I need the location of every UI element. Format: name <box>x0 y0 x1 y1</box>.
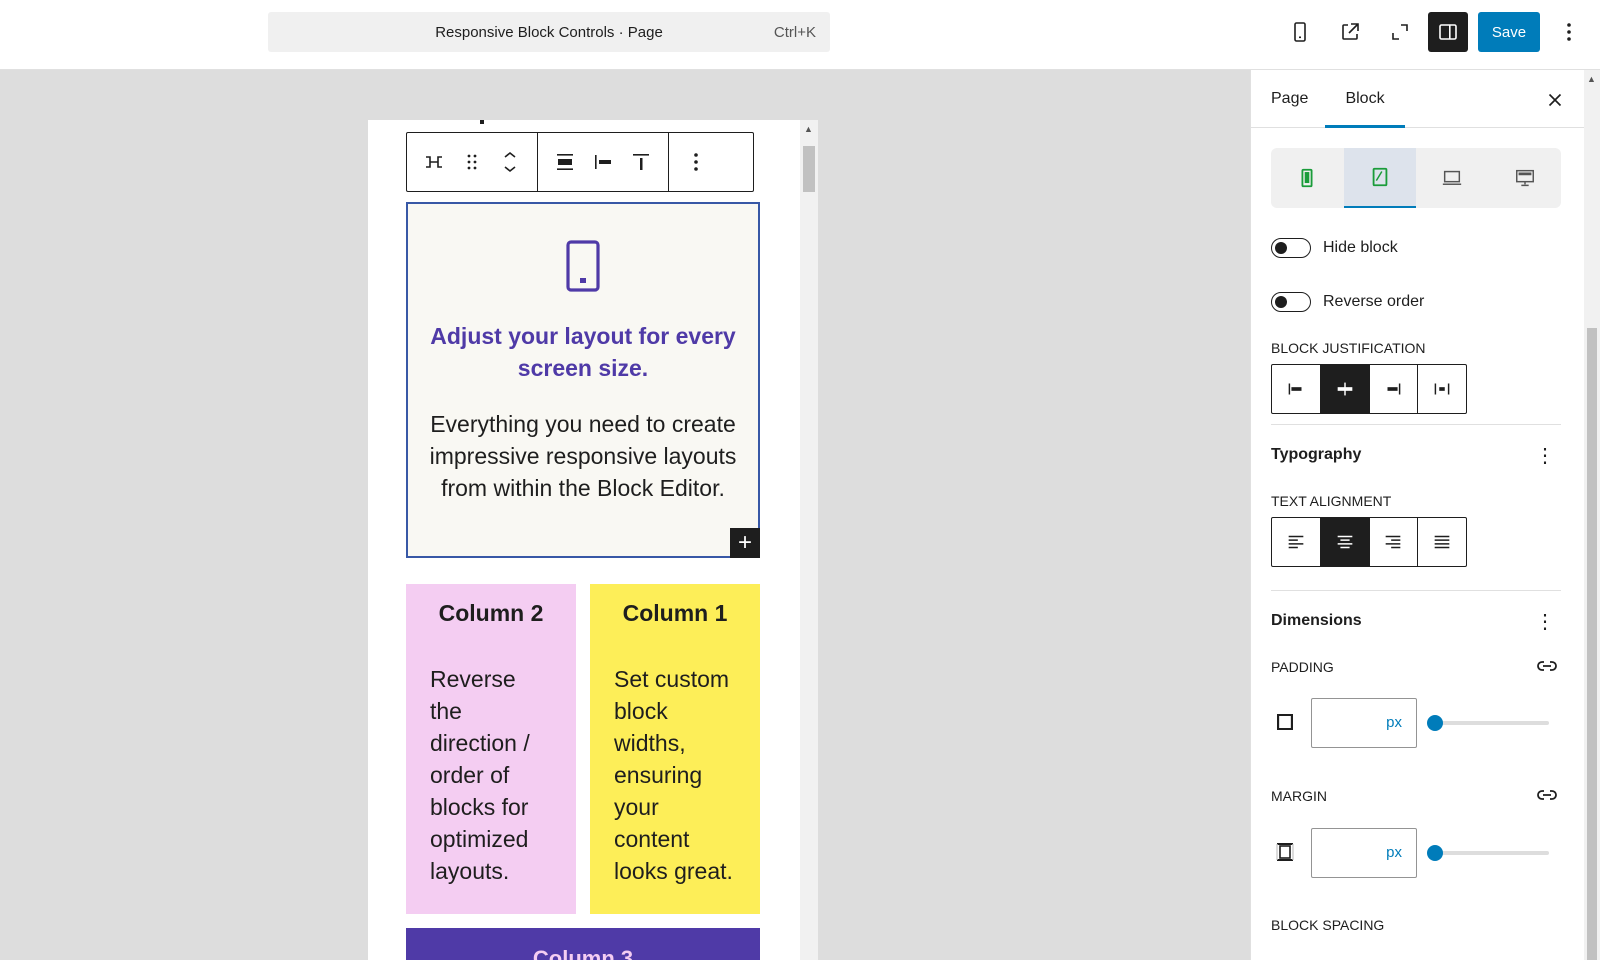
text-alignment-label: Text alignment <box>1271 493 1392 509</box>
tab-block[interactable]: Block <box>1325 70 1405 128</box>
typography-options-icon[interactable]: ⋮ <box>1535 446 1555 466</box>
justify-space-between-icon[interactable] <box>1418 365 1466 413</box>
external-link-icon[interactable] <box>1330 12 1370 52</box>
column-text: Reverse the direction / order of blocks … <box>430 666 530 884</box>
sidebar-tabs: Page Block <box>1251 70 1600 128</box>
reverse-order-toggle-row[interactable]: Reverse order <box>1271 290 1424 314</box>
justify-left-icon[interactable] <box>1272 365 1321 413</box>
hero-body: Everything you need to create impressive… <box>429 411 737 501</box>
drag-handle-icon[interactable] <box>453 140 491 184</box>
scroll-up-arrow-icon[interactable]: ▲ <box>804 124 813 134</box>
block-toolbar-group <box>669 133 723 191</box>
panel-divider <box>1271 590 1561 591</box>
padding-label: Padding <box>1271 659 1334 675</box>
align-text-right-icon[interactable] <box>1370 518 1419 566</box>
editor-canvas: Adjust your layout for every screen size… <box>0 70 1250 960</box>
column-title: Column 2 <box>438 600 544 626</box>
align-text-left-icon[interactable] <box>1272 518 1321 566</box>
scroll-up-arrow-icon[interactable]: ▲ <box>1587 74 1596 84</box>
link-sides-icon[interactable] <box>1535 783 1559 807</box>
close-icon[interactable] <box>1541 86 1569 114</box>
margin-box-icon <box>1273 840 1297 864</box>
desktop-icon[interactable] <box>1489 148 1562 208</box>
fullscreen-icon[interactable] <box>1380 12 1420 52</box>
column-title: Column 1 <box>622 600 728 626</box>
reverse-order-label: Reverse order <box>1323 293 1425 310</box>
padding-box-icon <box>1273 710 1297 734</box>
mobile-preview-icon[interactable] <box>1280 12 1320 52</box>
padding-slider[interactable] <box>1427 715 1549 731</box>
preview-frame: Adjust your layout for every screen size… <box>368 120 818 960</box>
align-text-justify-icon[interactable] <box>1418 518 1466 566</box>
block-toolbar <box>406 132 754 192</box>
device-switcher <box>1271 148 1561 208</box>
shortcut-hint: Ctrl+K <box>773 24 816 41</box>
column-text: Set custom block widths, ensuring your c… <box>614 666 733 884</box>
margin-slider-handle[interactable] <box>1427 845 1443 861</box>
tab-page[interactable]: Page <box>1271 70 1308 128</box>
tablet-icon[interactable] <box>1343 148 1416 208</box>
column-block[interactable]: Column 2 Reverse the direction / order o… <box>406 584 576 914</box>
block-toolbar-group <box>407 133 538 191</box>
reverse-order-toggle[interactable] <box>1271 292 1311 312</box>
link-sides-icon[interactable] <box>1535 654 1559 678</box>
document-title: Responsive Block Controls · Page <box>435 23 663 41</box>
padding-unit[interactable]: px <box>1386 714 1402 731</box>
scrollbar-thumb[interactable] <box>1587 328 1597 960</box>
padding-slider-handle[interactable] <box>1427 715 1443 731</box>
block-justification-label: Block justification <box>1271 340 1426 356</box>
margin-unit[interactable]: px <box>1386 844 1402 861</box>
padding-input[interactable]: px <box>1311 698 1417 748</box>
text-alignment-control <box>1271 517 1467 567</box>
more-options-icon[interactable] <box>1554 12 1584 52</box>
transform-icon[interactable] <box>415 140 453 184</box>
align-left-icon[interactable] <box>584 140 622 184</box>
sidebar-scrollbar[interactable]: ▲ <box>1584 70 1600 960</box>
top-toolbar: Responsive Block Controls · Page Ctrl+K … <box>0 0 1600 70</box>
hero-block[interactable]: Adjust your layout for every screen size… <box>406 202 760 558</box>
panel-divider <box>1271 424 1561 425</box>
frame-scrollbar[interactable]: ▲ <box>800 120 818 960</box>
hide-block-label: Hide block <box>1323 239 1398 256</box>
move-up-down-icon[interactable] <box>491 140 529 184</box>
justify-center-icon[interactable] <box>1320 365 1370 413</box>
hide-block-toggle-row[interactable]: Hide block <box>1271 236 1398 260</box>
block-spacing-label: Block spacing <box>1271 917 1385 933</box>
command-palette-button[interactable]: Responsive Block Controls · Page Ctrl+K <box>268 12 830 52</box>
mobile-icon[interactable] <box>1271 148 1344 208</box>
margin-input[interactable]: px <box>1311 828 1417 878</box>
align-top-icon[interactable] <box>622 140 660 184</box>
hide-block-toggle[interactable] <box>1271 238 1311 258</box>
more-icon[interactable] <box>677 140 715 184</box>
dimensions-options-icon[interactable]: ⋮ <box>1535 612 1555 632</box>
block-toolbar-group <box>538 133 669 191</box>
typography-panel-title[interactable]: Typography <box>1271 446 1361 464</box>
save-button[interactable]: Save <box>1478 12 1540 52</box>
margin-label: Margin <box>1271 788 1327 804</box>
laptop-icon[interactable] <box>1416 148 1489 208</box>
hero-heading: Adjust your layout for every screen size… <box>430 323 736 381</box>
phone-icon <box>566 240 600 297</box>
margin-slider[interactable] <box>1427 845 1549 861</box>
block-inserter-button[interactable]: + <box>730 528 760 558</box>
justify-right-icon[interactable] <box>1370 365 1419 413</box>
align-text-center-icon[interactable] <box>1320 518 1370 566</box>
justify-icon[interactable] <box>546 140 584 184</box>
dimensions-panel-title[interactable]: Dimensions <box>1271 612 1362 630</box>
column-block[interactable]: Column 1 Set custom block widths, ensuri… <box>590 584 760 914</box>
sidebar-toggle-icon[interactable] <box>1428 12 1468 52</box>
clipped-content <box>480 120 484 124</box>
scrollbar-thumb[interactable] <box>803 146 815 192</box>
settings-sidebar: Page Block Hide block Reverse order Bloc… <box>1250 70 1600 960</box>
column-3-block[interactable]: Column 3 <box>406 928 760 960</box>
block-justification-control <box>1271 364 1467 414</box>
